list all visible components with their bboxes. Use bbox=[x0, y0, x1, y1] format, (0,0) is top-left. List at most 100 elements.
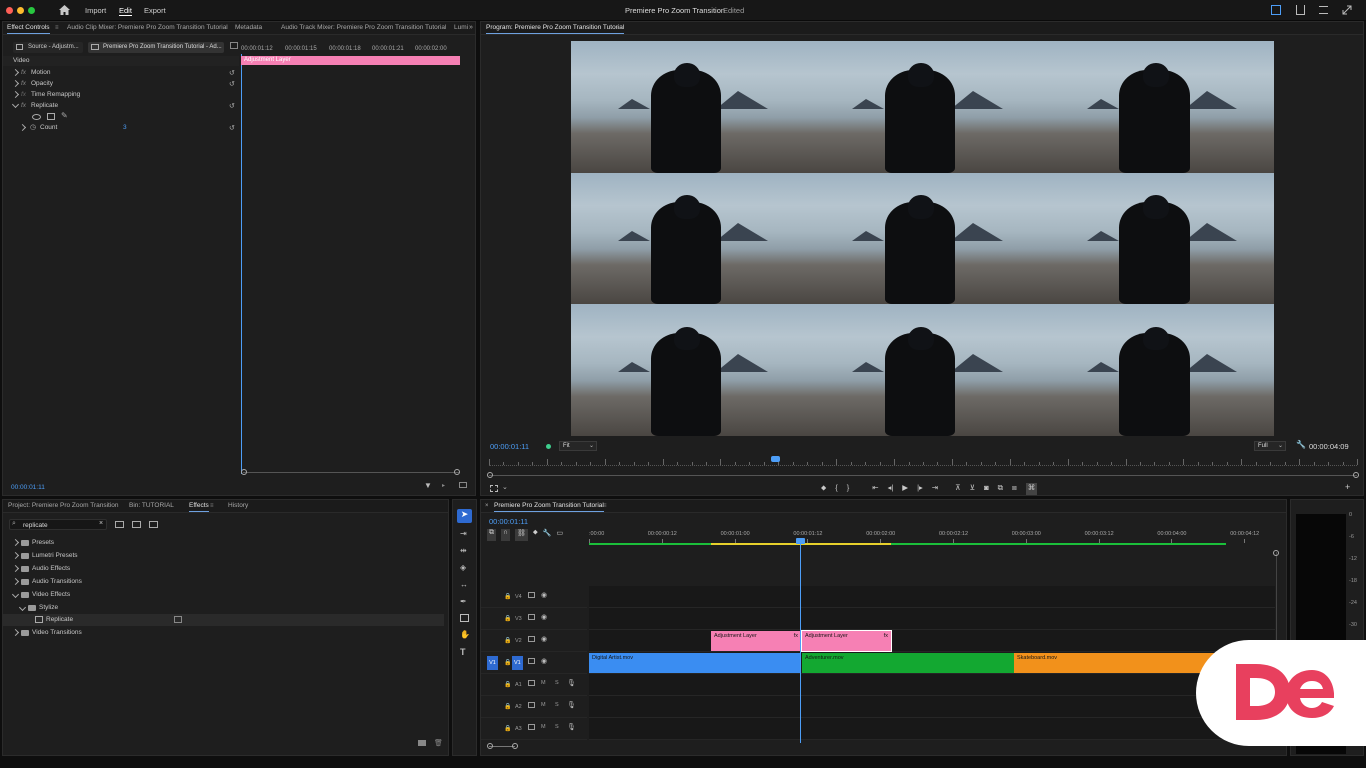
tab-audio-track-mixer[interactable]: Audio Track Mixer: Premiere Pro Zoom Tra… bbox=[281, 24, 446, 31]
settings-wrench-icon[interactable]: 🔧 bbox=[1296, 440, 1306, 449]
lock-icon[interactable]: 🔒 bbox=[504, 593, 511, 600]
scroll-handle-right[interactable] bbox=[1353, 472, 1359, 478]
program-timecode[interactable]: 00:00:01:11 bbox=[490, 442, 529, 451]
param-row-count[interactable]: ◷ Count 3 ↺ bbox=[3, 122, 239, 133]
add-marker-icon[interactable]: ⬥ bbox=[821, 483, 826, 495]
menu-icon[interactable] bbox=[1319, 6, 1328, 14]
mute-button[interactable]: M bbox=[541, 702, 546, 708]
reset-icon[interactable]: ↺ bbox=[229, 124, 235, 132]
export-frame-icon[interactable]: ◙ bbox=[984, 483, 989, 495]
ec-zoom-scrollbar[interactable] bbox=[243, 472, 459, 473]
solo-button[interactable]: S bbox=[555, 680, 559, 686]
source-patch-v1[interactable]: V1 bbox=[487, 656, 498, 670]
effects-tree-item[interactable]: Audio Transitions bbox=[3, 576, 444, 588]
scroll-handle-top[interactable] bbox=[1273, 550, 1279, 556]
eye-icon[interactable]: ◉ bbox=[541, 613, 547, 621]
play-button[interactable]: ▶ bbox=[902, 483, 908, 495]
ec-playhead[interactable] bbox=[241, 54, 242, 474]
sync-lock-icon[interactable] bbox=[528, 592, 535, 598]
workspace-edit[interactable]: Edit bbox=[119, 6, 132, 16]
lock-icon[interactable]: 🔒 bbox=[504, 725, 511, 732]
panel-menu-icon[interactable]: ≡ bbox=[616, 25, 620, 31]
zoom-window-button[interactable] bbox=[28, 7, 35, 14]
expand-icon[interactable] bbox=[11, 79, 20, 88]
effects-tree-item[interactable]: Presets bbox=[3, 537, 444, 549]
delete-icon[interactable]: 🗑 bbox=[434, 739, 443, 747]
timeline-playhead-handle[interactable] bbox=[796, 538, 805, 544]
expand-icon[interactable] bbox=[11, 629, 20, 637]
mark-out-icon[interactable]: } bbox=[847, 483, 850, 495]
effect-row-opacity[interactable]: fx Opacity ↺ bbox=[3, 78, 239, 89]
fx-badge[interactable]: fx bbox=[884, 633, 888, 639]
sync-lock-icon[interactable] bbox=[528, 614, 535, 620]
source-selector[interactable]: Source - Adjustm... bbox=[13, 42, 83, 53]
razor-tool-icon[interactable]: ◈ bbox=[460, 563, 466, 572]
track-header-v1[interactable]: V1 🔒 V1 ◉ bbox=[481, 652, 587, 674]
type-tool-icon[interactable]: T bbox=[460, 647, 466, 657]
microphone-icon[interactable]: 🎙 bbox=[567, 679, 576, 687]
effect-row-motion[interactable]: fx Motion ↺ bbox=[3, 67, 239, 78]
track-lane-v2[interactable] bbox=[589, 630, 1275, 652]
pen-mask-icon[interactable]: ✎ bbox=[61, 111, 68, 120]
track-lane-a3[interactable] bbox=[589, 718, 1275, 740]
workspace-export[interactable]: Export bbox=[144, 6, 166, 15]
tab-history[interactable]: History bbox=[228, 502, 248, 509]
proxy-toggle-icon[interactable]: ⧈ bbox=[1012, 483, 1017, 495]
expand-icon[interactable] bbox=[11, 564, 20, 572]
timeline-settings-icon[interactable]: 🔧 bbox=[543, 529, 552, 541]
more-tabs-icon[interactable]: » bbox=[469, 24, 473, 31]
expand-icon[interactable] bbox=[11, 90, 20, 99]
step-forward-icon[interactable]: |▸ bbox=[917, 483, 923, 495]
quick-export-icon[interactable] bbox=[1271, 5, 1281, 15]
ec-timecode[interactable]: 00:00:01:11 bbox=[11, 484, 45, 491]
clear-search-icon[interactable]: × bbox=[99, 520, 103, 527]
vr-video-icon[interactable]: ⌘ bbox=[1025, 483, 1038, 495]
tab-program[interactable]: Program: Premiere Pro Zoom Transition Tu… bbox=[486, 24, 625, 34]
effect-row-time-remapping[interactable]: fx Time Remapping bbox=[3, 89, 239, 100]
home-icon[interactable] bbox=[58, 4, 70, 16]
tab-project[interactable]: Project: Premiere Pro Zoom Transition bbox=[8, 502, 119, 509]
effects-tree-item[interactable]: Video Transitions bbox=[3, 627, 444, 639]
collapse-icon[interactable] bbox=[18, 603, 27, 611]
hand-tool-icon[interactable]: ✋ bbox=[460, 630, 470, 639]
sync-lock-icon[interactable] bbox=[528, 680, 535, 686]
yuv-effects-icon[interactable] bbox=[149, 521, 158, 528]
32bit-effects-icon[interactable] bbox=[132, 521, 141, 528]
minimize-window-button[interactable] bbox=[17, 7, 24, 14]
tab-metadata[interactable]: Metadata bbox=[235, 24, 262, 31]
safe-margins-icon[interactable] bbox=[490, 485, 498, 492]
slip-tool-icon[interactable]: ↔ bbox=[460, 580, 468, 589]
expand-icon[interactable] bbox=[11, 551, 20, 559]
eye-icon[interactable]: ◉ bbox=[541, 591, 547, 599]
effect-row-replicate[interactable]: fx Replicate ↺ bbox=[3, 100, 239, 111]
lock-icon[interactable]: 🔒 bbox=[504, 681, 511, 688]
program-playhead[interactable] bbox=[771, 456, 781, 462]
eye-icon[interactable]: ◉ bbox=[541, 635, 547, 643]
rectangle-mask-icon[interactable] bbox=[47, 113, 55, 120]
collapse-icon[interactable] bbox=[11, 100, 20, 109]
captions-icon[interactable]: ▭ bbox=[557, 529, 564, 541]
snap-icon[interactable]: ∩ bbox=[501, 529, 511, 541]
go-to-in-icon[interactable]: ⇤ bbox=[872, 483, 878, 495]
step-back-icon[interactable]: ◂| bbox=[888, 483, 894, 495]
expand-icon[interactable] bbox=[18, 123, 27, 132]
lock-icon[interactable]: 🔒 bbox=[504, 703, 511, 710]
close-window-button[interactable] bbox=[6, 7, 13, 14]
marker-icon[interactable] bbox=[546, 444, 551, 449]
sync-lock-icon[interactable] bbox=[528, 702, 535, 708]
track-header-a1[interactable]: 🔒 A1 M S 🎙 bbox=[481, 674, 587, 696]
comparison-view-icon[interactable]: ⧉ bbox=[998, 483, 1003, 495]
track-header-v4[interactable]: 🔒 V4 ◉ bbox=[481, 586, 587, 608]
fullscreen-icon[interactable] bbox=[1342, 5, 1352, 15]
close-tab-icon[interactable]: × bbox=[485, 503, 489, 509]
lock-icon[interactable]: 🔒 bbox=[504, 615, 511, 622]
ripple-edit-tool-icon[interactable]: ⇹ bbox=[460, 546, 467, 555]
tab-bin[interactable]: Bin: TUTORIAL bbox=[129, 502, 174, 509]
clip-video[interactable]: Adventurer.mov bbox=[802, 653, 1014, 673]
fx-badge[interactable]: fx bbox=[21, 80, 26, 87]
lift-icon[interactable]: ⊼ bbox=[955, 483, 961, 495]
program-time-ruler[interactable] bbox=[489, 458, 1358, 466]
program-zoom-bar[interactable] bbox=[489, 475, 1357, 476]
rectangle-tool-icon[interactable] bbox=[460, 614, 469, 622]
track-select-tool-icon[interactable]: ⇥ bbox=[460, 529, 467, 538]
